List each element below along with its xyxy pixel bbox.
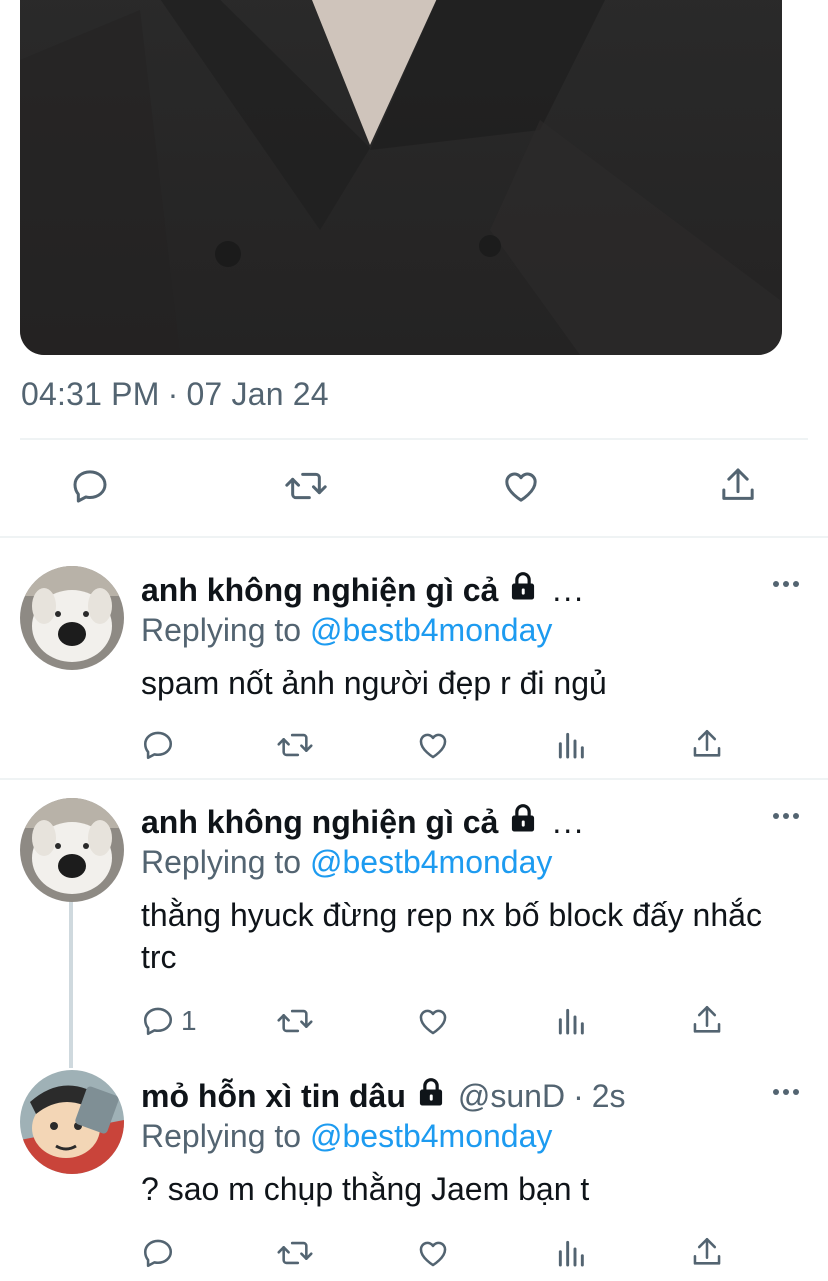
replying-to: Replying to @bestb4monday [141, 844, 552, 881]
share-icon [690, 1002, 724, 1038]
like-button[interactable] [500, 466, 542, 506]
avatar[interactable] [20, 566, 124, 670]
reply-tweet[interactable]: mỏ hỗn xì tin dâu @sunD · 2s Replying to… [0, 1048, 828, 1281]
more-icon [772, 1084, 800, 1101]
reply-text: ? sao m chụp thằng Jaem bạn t [141, 1171, 590, 1207]
tweet-photo[interactable] [20, 0, 782, 355]
retweet-button[interactable] [276, 1004, 314, 1038]
reply-header: anh không nghiện gì cả ... [141, 802, 585, 842]
divider [20, 438, 808, 440]
reply-text: spam nốt ảnh người đẹp r đi ngủ [141, 665, 607, 701]
mention-link[interactable]: @bestb4monday [310, 1118, 552, 1154]
share-icon [690, 1234, 724, 1270]
name-overflow: ... [552, 571, 586, 608]
timestamp-separator: · [167, 376, 179, 412]
heart-icon [415, 1004, 451, 1038]
heart-icon [500, 466, 542, 506]
views-icon [555, 1004, 587, 1038]
views-icon [555, 1236, 587, 1270]
reply-icon [141, 728, 175, 762]
reply-text: thằng hyuck đừng rep nx bố block đấy nhắ… [141, 897, 762, 975]
retweet-icon [276, 1236, 314, 1270]
tweet-time: 04:31 PM [21, 376, 160, 412]
share-icon [690, 726, 724, 762]
share-button[interactable] [690, 726, 724, 762]
header-separator: · [573, 1077, 584, 1114]
display-name[interactable]: anh không nghiện gì cả [141, 572, 498, 609]
reply-button[interactable] [70, 466, 110, 506]
replying-prefix: Replying to [141, 1118, 302, 1154]
heart-icon [415, 1236, 451, 1270]
like-button[interactable] [415, 1004, 451, 1038]
retweet-button[interactable] [284, 466, 328, 506]
lock-icon [508, 802, 538, 842]
more-icon [772, 576, 800, 593]
avatar[interactable] [20, 798, 124, 902]
thread-line [69, 900, 73, 1068]
reply-header: mỏ hỗn xì tin dâu @sunD · 2s [141, 1076, 626, 1116]
heart-icon [415, 728, 451, 762]
lock-icon [416, 1076, 446, 1116]
retweet-button[interactable] [276, 728, 314, 762]
more-button[interactable] [772, 808, 800, 826]
share-icon [718, 464, 758, 506]
share-button[interactable] [718, 464, 758, 506]
reply-header: anh không nghiện gì cả ... [141, 570, 585, 610]
mention-link[interactable]: @bestb4monday [310, 844, 552, 880]
name-overflow: ... [552, 803, 586, 840]
retweet-button[interactable] [276, 1236, 314, 1270]
retweet-icon [276, 1004, 314, 1038]
lock-icon [508, 570, 538, 610]
views-button[interactable] [555, 728, 587, 762]
reply-button[interactable] [141, 1236, 181, 1270]
reply-count: 1 [181, 1005, 197, 1036]
replying-to: Replying to @bestb4monday [141, 612, 552, 649]
reply-icon [141, 1236, 175, 1270]
display-name[interactable]: anh không nghiện gì cả [141, 804, 498, 841]
reply-icon [70, 466, 110, 506]
mention-link[interactable]: @bestb4monday [310, 612, 552, 648]
reply-button[interactable] [141, 728, 181, 762]
reply-time[interactable]: 2s [592, 1078, 626, 1115]
display-name[interactable]: mỏ hỗn xì tin dâu [141, 1078, 406, 1115]
more-button[interactable] [772, 576, 800, 594]
views-button[interactable] [555, 1004, 587, 1038]
retweet-icon [284, 466, 328, 506]
more-icon [772, 808, 800, 825]
replying-to: Replying to @bestb4monday [141, 1118, 552, 1155]
more-button[interactable] [772, 1084, 800, 1102]
user-handle[interactable]: @sunD [458, 1078, 565, 1115]
tweet-timestamp[interactable]: 04:31 PM · 07 Jan 24 [21, 376, 329, 413]
reply-icon [141, 1004, 175, 1038]
like-button[interactable] [415, 728, 451, 762]
share-button[interactable] [690, 1002, 724, 1038]
reply-tweet[interactable]: anh không nghiện gì cả ... Replying to @… [0, 778, 828, 1068]
retweet-icon [276, 728, 314, 762]
views-button[interactable] [555, 1236, 587, 1270]
replying-prefix: Replying to [141, 612, 302, 648]
reply-tweet[interactable]: anh không nghiện gì cả ... Replying to @… [0, 536, 828, 780]
avatar[interactable] [20, 1070, 124, 1174]
like-button[interactable] [415, 1236, 451, 1270]
share-button[interactable] [690, 1234, 724, 1270]
tweet-date: 07 Jan 24 [186, 376, 329, 412]
reply-button[interactable]: 1 [141, 1004, 197, 1038]
views-icon [555, 728, 587, 762]
tweet-action-bar [0, 462, 828, 516]
replying-prefix: Replying to [141, 844, 302, 880]
